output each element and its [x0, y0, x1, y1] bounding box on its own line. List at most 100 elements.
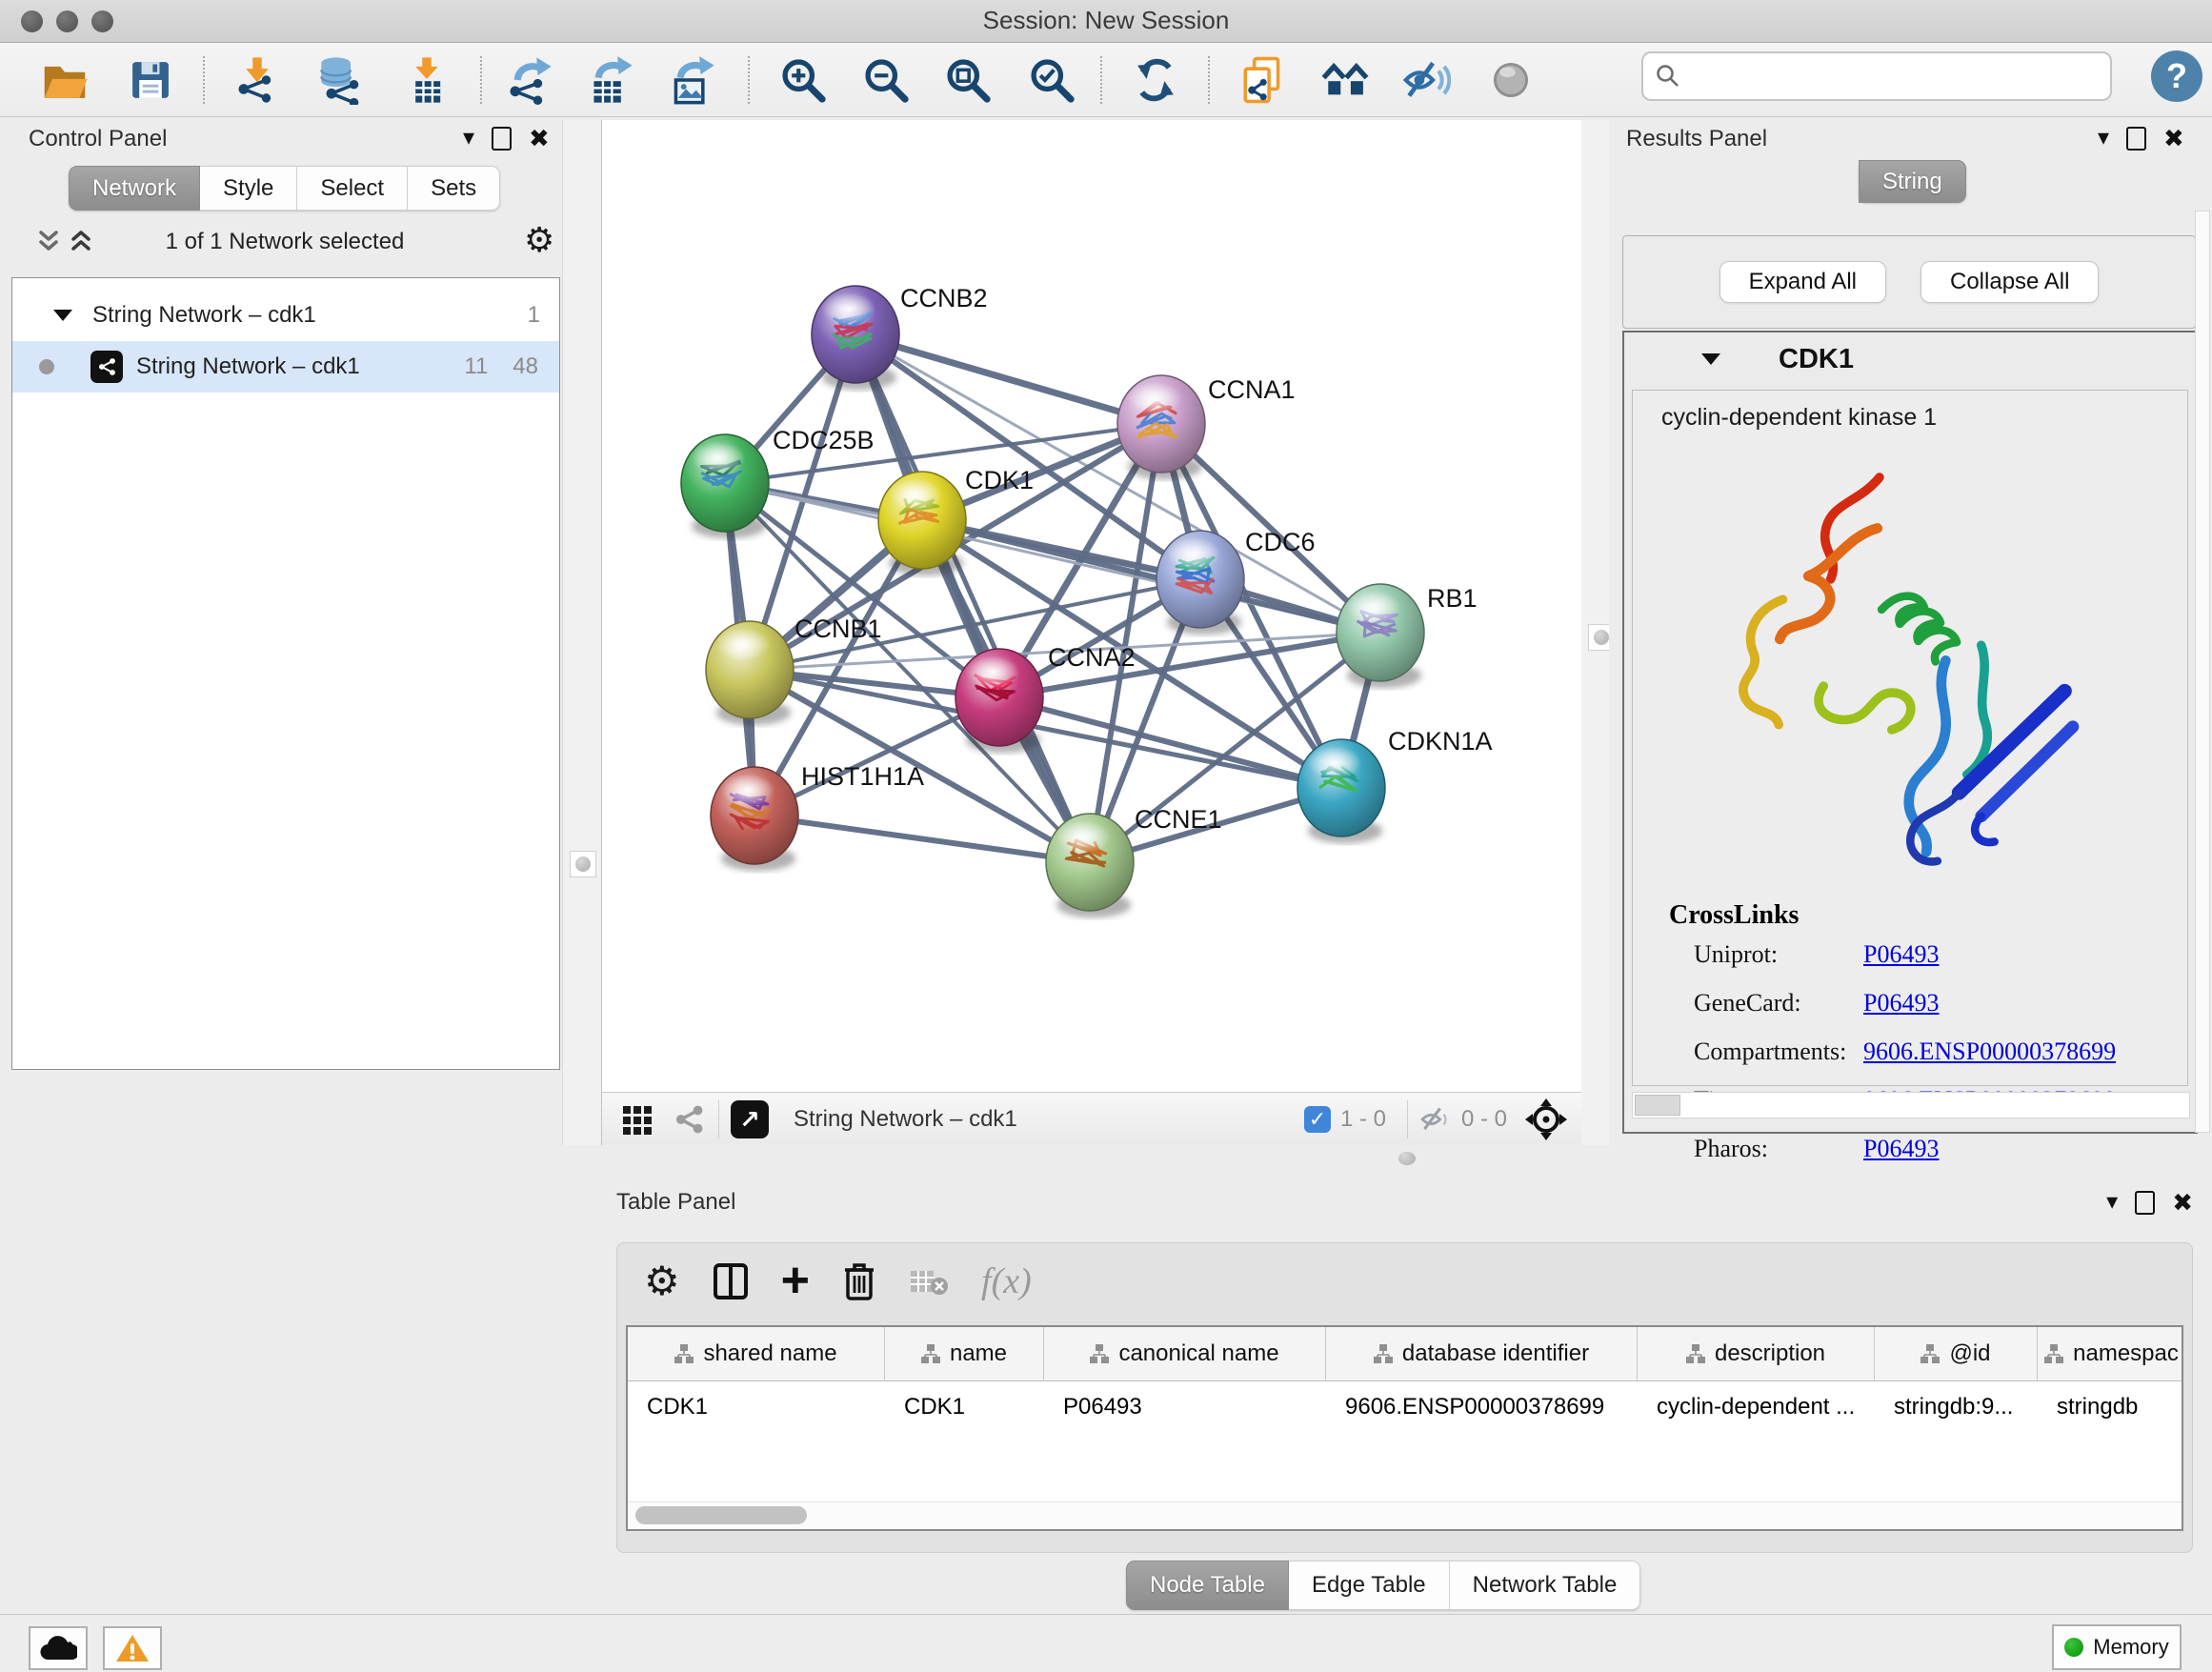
network-collection-row[interactable]: String Network – cdk1 1	[12, 290, 559, 341]
warnings-button[interactable]	[103, 1626, 162, 1670]
import-table-file-icon[interactable]	[398, 52, 455, 108]
table-cell[interactable]: 9606.ENSP00000378699	[1326, 1394, 1638, 1420]
table-cell[interactable]: stringdb:9...	[1875, 1394, 2038, 1420]
network-node-ccne1[interactable]: CCNE1	[1046, 805, 1222, 917]
panel-float-icon[interactable]	[492, 127, 512, 151]
network-row-selected[interactable]: String Network – cdk1 11 48	[12, 341, 559, 393]
results-horizontal-scrollbar[interactable]	[1632, 1092, 2190, 1118]
column-attribute-icon	[921, 1344, 940, 1363]
network-share-icon[interactable]	[671, 1101, 707, 1138]
network-node-cdkn1a[interactable]: CDKN1A	[1297, 727, 1493, 843]
results-scroll-strip[interactable]	[2195, 211, 2210, 1133]
panel-collapse-icon[interactable]: ▾	[463, 127, 474, 150]
export-image-icon[interactable]	[663, 52, 720, 108]
crosslink-link[interactable]: 9606.ENSP00000378699	[1863, 1037, 2116, 1066]
first-neighbors-icon[interactable]	[1317, 52, 1374, 108]
zoom-selected-icon[interactable]	[1023, 52, 1080, 108]
zoom-in-icon[interactable]	[774, 52, 832, 108]
open-in-window-icon[interactable]: ↗	[731, 1100, 769, 1138]
crosslink-link[interactable]: P06493	[1863, 940, 1939, 969]
tab-sets[interactable]: Sets	[408, 166, 500, 211]
network-node-hist1h1a[interactable]: HIST1H1A	[711, 762, 924, 871]
panel-close-icon[interactable]: ✖	[2172, 1190, 2193, 1215]
table-settings-gear-icon[interactable]: ⚙	[644, 1261, 680, 1301]
crosslink-link[interactable]: P06493	[1863, 989, 1939, 1017]
delete-column-trash-icon[interactable]	[842, 1261, 876, 1301]
tab-style[interactable]: Style	[200, 166, 297, 211]
column-header-canonical-name[interactable]: canonical name	[1044, 1327, 1326, 1380]
tab-network[interactable]: Network	[69, 166, 200, 211]
panel-collapse-icon[interactable]: ▾	[2106, 1191, 2118, 1214]
tab-edge-table[interactable]: Edge Table	[1289, 1561, 1450, 1610]
network-node-cdk1[interactable]: CDK1	[878, 466, 1034, 575]
left-splitter-handle[interactable]	[570, 851, 596, 877]
network-options-gear-icon[interactable]: ⚙	[524, 223, 554, 257]
network-node-rb1[interactable]: RB1	[1337, 584, 1478, 688]
grid-view-icon[interactable]	[621, 1102, 655, 1137]
column-header-description[interactable]: description	[1638, 1327, 1875, 1380]
export-network-icon[interactable]	[500, 52, 557, 108]
import-network-file-icon[interactable]	[229, 52, 286, 108]
table-cell[interactable]: P06493	[1044, 1394, 1326, 1420]
hidden-items-eye-icon[interactable]	[1419, 1103, 1452, 1136]
collapse-all-button[interactable]: Collapse All	[1920, 261, 2099, 303]
column-header-database-identifier[interactable]: database identifier	[1326, 1327, 1638, 1380]
new-network-from-selection-icon[interactable]	[1234, 52, 1291, 108]
help-icon[interactable]: ?	[2151, 50, 2202, 102]
search-field[interactable]	[1641, 51, 2112, 101]
expand-all-button[interactable]: Expand All	[1719, 261, 1886, 303]
entry-collapse-icon[interactable]	[1700, 352, 1721, 367]
network-graph[interactable]: CCNB2CCNA1CDC25BCDK1CDC6RB1CCNB1CCNA2CDK…	[602, 120, 1581, 1092]
open-session-icon[interactable]	[36, 52, 93, 108]
table-horizontal-scrollbar[interactable]	[628, 1501, 2182, 1529]
tab-select[interactable]: Select	[297, 166, 408, 211]
zoom-fit-icon[interactable]	[939, 52, 996, 108]
import-network-database-icon[interactable]	[310, 52, 367, 108]
left-splitter[interactable]	[562, 120, 602, 1145]
pan-crosshair-icon[interactable]	[1524, 1098, 1568, 1141]
show-all-icon[interactable]	[1482, 52, 1539, 108]
scrollbar-thumb[interactable]	[635, 1506, 807, 1524]
column-header-shared-name[interactable]: shared name	[628, 1327, 885, 1380]
entry-header[interactable]: CDK1	[1624, 332, 2196, 386]
tab-network-table[interactable]: Network Table	[1450, 1561, 1641, 1610]
tab-node-table[interactable]: Node Table	[1126, 1561, 1289, 1610]
save-session-icon[interactable]	[122, 52, 179, 108]
tree-expand-icon[interactable]	[52, 308, 73, 323]
network-node-ccnb1[interactable]: CCNB1	[706, 614, 882, 725]
panel-float-icon[interactable]	[2135, 1191, 2155, 1215]
panel-close-icon[interactable]: ✖	[529, 126, 550, 151]
crosslink-link[interactable]: P06493	[1863, 1135, 1939, 1163]
table-row[interactable]: CDK1CDK1P064939606.ENSP00000378699cyclin…	[628, 1381, 2182, 1433]
table-cell[interactable]: stringdb	[2038, 1394, 2183, 1420]
network-edge[interactable]	[754, 816, 1090, 862]
selected-items-checkbox[interactable]: ✓	[1304, 1106, 1331, 1133]
column-header-@id[interactable]: @id	[1875, 1327, 2038, 1380]
hide-selected-icon[interactable]	[1398, 52, 1455, 108]
column-header-namespac[interactable]: namespac	[2038, 1327, 2183, 1380]
network-node-ccnb2[interactable]: CCNB2	[812, 284, 988, 390]
memory-button[interactable]: Memory	[2052, 1624, 2182, 1670]
table-cell[interactable]: CDK1	[628, 1394, 885, 1420]
cloud-button[interactable]	[29, 1626, 88, 1670]
scrollbar-thumb[interactable]	[1635, 1095, 1680, 1116]
apply-layout-icon[interactable]	[1127, 52, 1184, 108]
table-cell[interactable]: CDK1	[885, 1394, 1044, 1420]
show-columns-icon[interactable]	[713, 1262, 749, 1300]
export-table-icon[interactable]	[581, 52, 638, 108]
function-builder-icon[interactable]: f(x)	[981, 1260, 1032, 1302]
search-input[interactable]	[1681, 62, 2085, 91]
table-cell[interactable]: cyclin-dependent ...	[1638, 1394, 1875, 1420]
column-header-name[interactable]: name	[885, 1327, 1044, 1380]
horizontal-splitter-handle[interactable]	[1398, 1152, 1416, 1165]
panel-collapse-icon[interactable]: ▾	[2098, 127, 2109, 150]
node-label: CDC25B	[773, 426, 875, 454]
zoom-out-icon[interactable]	[857, 52, 915, 108]
node-table[interactable]: shared namenamecanonical namedatabase id…	[626, 1325, 2183, 1531]
add-column-icon[interactable]: +	[781, 1261, 810, 1301]
panel-float-icon[interactable]	[2126, 127, 2146, 151]
network-edge[interactable]	[855, 334, 1161, 424]
network-view-canvas[interactable]: CCNB2CCNA1CDC25BCDK1CDC6RB1CCNB1CCNA2CDK…	[601, 120, 1581, 1092]
panel-close-icon[interactable]: ✖	[2163, 126, 2184, 151]
tab-string[interactable]: String	[1859, 160, 1966, 203]
